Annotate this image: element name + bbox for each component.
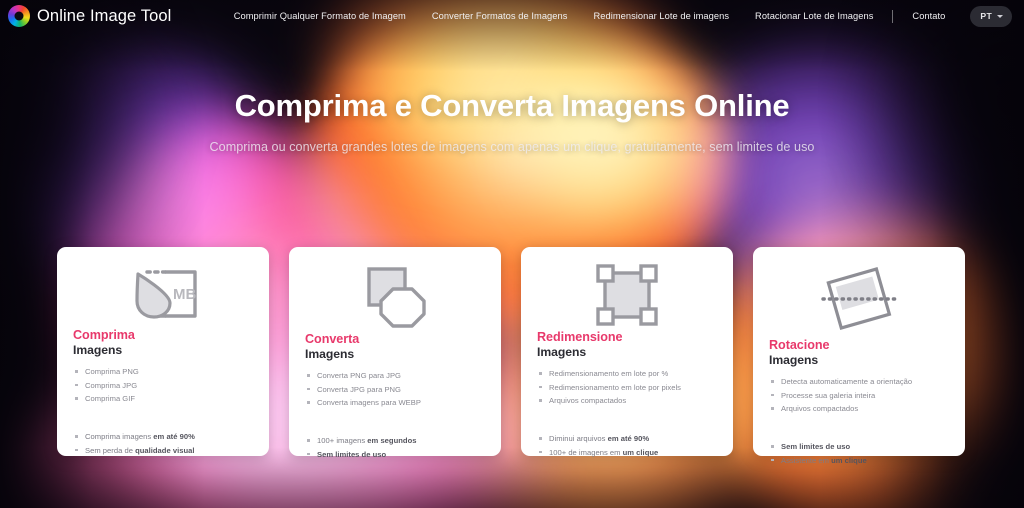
list-item: Sem limites de uso xyxy=(769,441,949,452)
compress-mb-icon: MB xyxy=(73,263,253,325)
feature-cards: MB Comprima Imagens Comprima PNG Comprim… xyxy=(57,247,968,465)
hero-section: Comprima e Converta Imagens Online Compr… xyxy=(0,88,1024,154)
list-item: Redimensionamento em lote por % xyxy=(537,368,717,379)
feature-card-rotacione[interactable]: Rotacione Imagens Detecta automaticament… xyxy=(753,247,965,465)
feature-list-bottom: Diminui arquivos em até 90% 100+ de imag… xyxy=(537,433,717,460)
feature-list-bottom: Sem limites de uso Assistente em um cliq… xyxy=(769,441,949,468)
convert-shapes-icon xyxy=(305,263,485,329)
list-item: Comprima imagens em até 90% xyxy=(73,431,253,442)
rotate-image-icon xyxy=(769,263,949,335)
feature-card-converta[interactable]: Converta Imagens Converta PNG para JPG C… xyxy=(289,247,501,459)
card-title-sub: Imagens xyxy=(73,342,123,357)
card-title-accent: Rotacione xyxy=(769,338,830,352)
list-item: Diminui arquivos em até 90% xyxy=(537,433,717,444)
site-header: Online Image Tool Comprimir Qualquer For… xyxy=(0,0,1024,32)
nav-item-converter[interactable]: Converter Formatos de Imagens xyxy=(419,11,581,21)
list-item: Converta imagens para WEBP xyxy=(305,397,485,408)
card-title-accent: Redimensione xyxy=(537,330,623,344)
list-item: 100+ imagens em segundos xyxy=(305,435,485,446)
list-item: Sem perda de qualidade visual xyxy=(73,445,253,456)
nav-item-comprimir[interactable]: Comprimir Qualquer Formato de Imagem xyxy=(221,11,419,21)
feature-list-top: Converta PNG para JPG Converta JPG para … xyxy=(305,370,485,411)
language-selector-value: PT xyxy=(980,11,992,21)
page-subtitle: Comprima ou converta grandes lotes de im… xyxy=(209,140,815,154)
nav-item-redimensionar[interactable]: Redimensionar Lote de imagens xyxy=(580,11,742,21)
feature-list-bottom: Comprima imagens em até 90% Sem perda de… xyxy=(73,431,253,458)
card-title-sub: Imagens xyxy=(305,346,355,361)
card-heading: Comprima Imagens xyxy=(73,328,253,357)
card-title-sub: Imagens xyxy=(769,352,819,367)
card-heading: Rotacione Imagens xyxy=(769,338,949,367)
rainbow-ring-logo-icon xyxy=(8,5,30,27)
list-item: Comprima GIF xyxy=(73,393,253,404)
card-heading: Redimensione Imagens xyxy=(537,330,717,359)
list-item: 100+ de imagens em um clique xyxy=(537,447,717,458)
list-item: Sem limites de uso xyxy=(305,449,485,460)
card-title-accent: Converta xyxy=(305,332,360,346)
nav-divider xyxy=(892,9,894,23)
svg-text:MB: MB xyxy=(173,286,196,303)
list-item: Detecta automaticamente a orientação xyxy=(769,376,949,387)
list-item: Redimensionamento em lote por pixels xyxy=(537,382,717,393)
list-item: Arquivos compactados xyxy=(769,403,949,414)
brand-name: Online Image Tool xyxy=(37,6,172,25)
landing-page: Online Image Tool Comprimir Qualquer For… xyxy=(0,0,1024,508)
list-item: Arquivos compactados xyxy=(537,395,717,406)
list-item: Converta PNG para JPG xyxy=(305,370,485,381)
feature-list-bottom: 100+ imagens em segundos Sem limites de … xyxy=(305,435,485,462)
list-item: Converta JPG para PNG xyxy=(305,384,485,395)
nav-item-contato[interactable]: Contato xyxy=(899,11,958,21)
card-title-accent: Comprima xyxy=(73,328,135,342)
feature-card-comprima[interactable]: MB Comprima Imagens Comprima PNG Comprim… xyxy=(57,247,269,456)
brand-logo[interactable]: Online Image Tool xyxy=(8,5,171,27)
page-title: Comprima e Converta Imagens Online xyxy=(234,88,790,123)
language-selector[interactable]: PT xyxy=(970,5,1012,27)
card-title-sub: Imagens xyxy=(537,344,587,359)
feature-list-top: Detecta automaticamente a orientação Pro… xyxy=(769,376,949,417)
feature-list-top: Comprima PNG Comprima JPG Comprima GIF xyxy=(73,366,253,407)
chevron-down-icon xyxy=(997,14,1003,18)
feature-card-redimensione[interactable]: Redimensione Imagens Redimensionamento e… xyxy=(521,247,733,457)
nav-item-rotacionar[interactable]: Rotacionar Lote de Imagens xyxy=(742,11,886,21)
main-navigation: Comprimir Qualquer Formato de Imagem Con… xyxy=(221,5,1014,27)
resize-handles-icon xyxy=(537,263,717,327)
feature-list-top: Redimensionamento em lote por % Redimens… xyxy=(537,368,717,409)
list-item: Processe sua galeria inteira xyxy=(769,390,949,401)
list-item: Comprima PNG xyxy=(73,366,253,377)
list-item: Comprima JPG xyxy=(73,380,253,391)
list-item: Assistente em um clique xyxy=(769,455,949,466)
card-heading: Converta Imagens xyxy=(305,332,485,361)
